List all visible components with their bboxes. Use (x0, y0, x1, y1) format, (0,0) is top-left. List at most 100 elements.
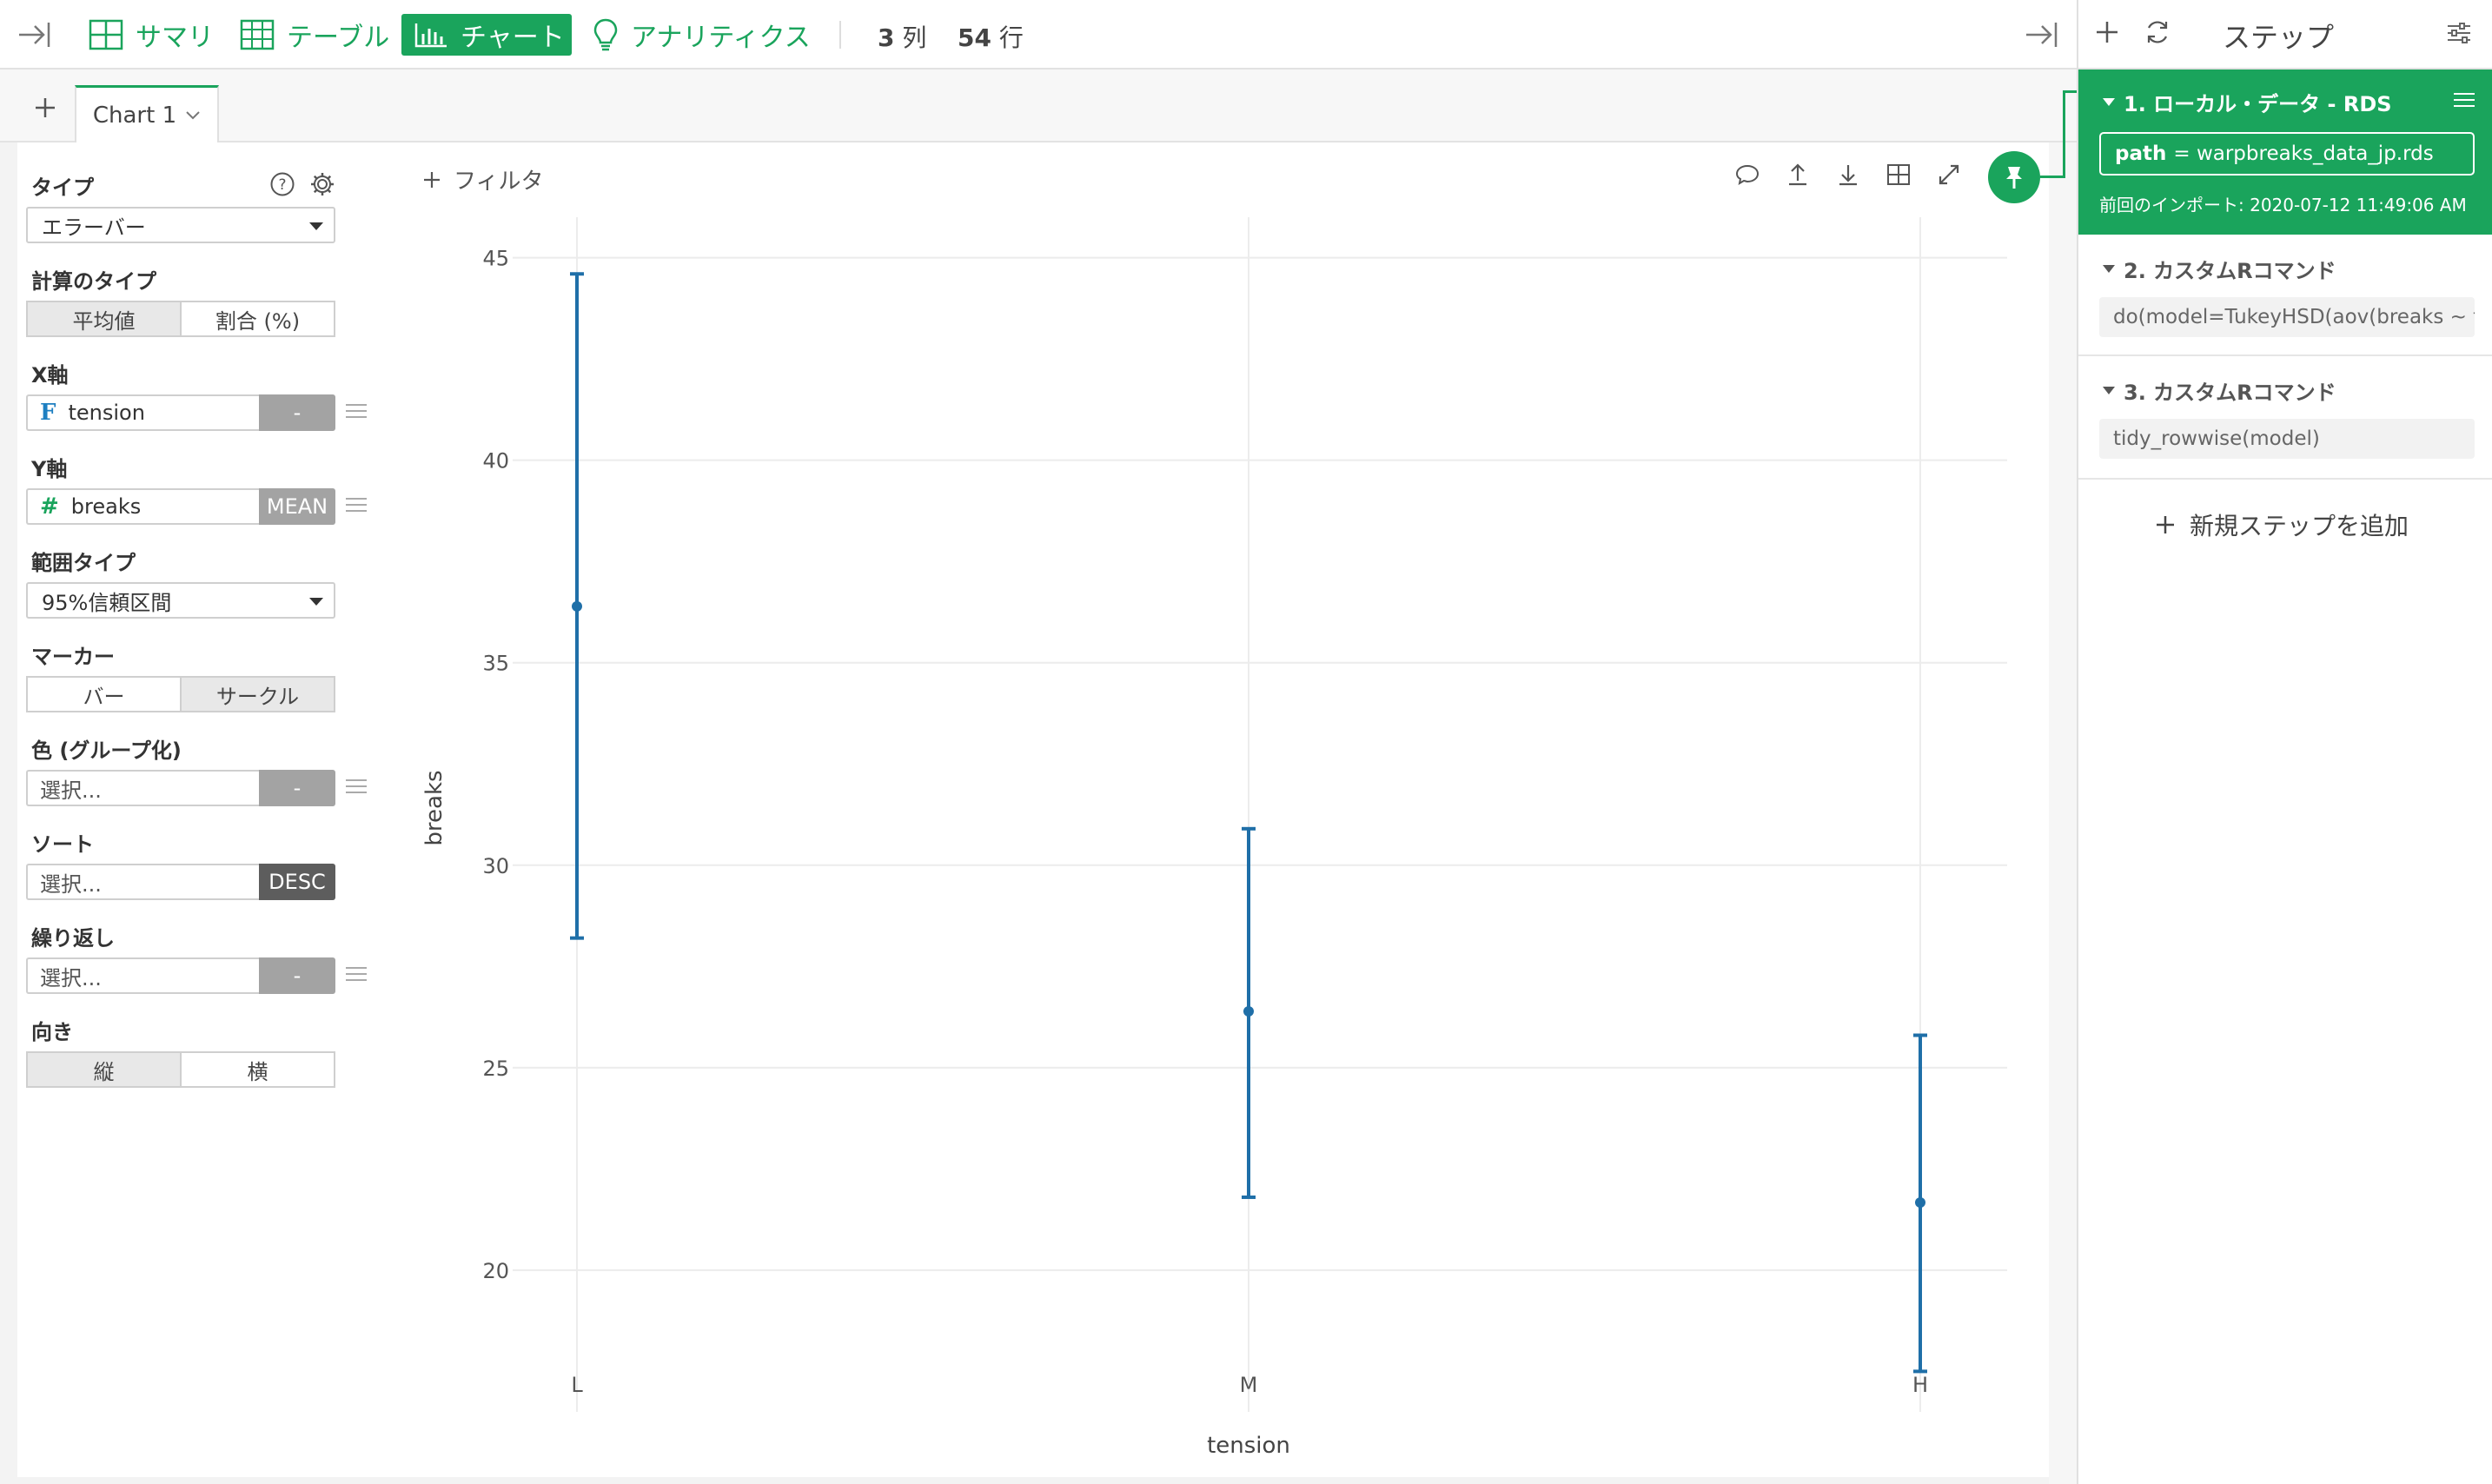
color-group-select[interactable]: 選択... (26, 770, 259, 806)
color-group-aggregation[interactable]: - (259, 770, 335, 806)
chart-type-select[interactable]: エラーバー (26, 207, 335, 243)
y-axis-field[interactable]: # breaks MEAN (26, 488, 335, 525)
add-filter-button[interactable]: フィルタ (422, 163, 543, 195)
download-icon[interactable] (1835, 162, 1861, 188)
range-type-label: 範囲タイプ (31, 551, 136, 575)
x-axis-label: X軸 (31, 363, 69, 388)
chart-type-value: エラーバー (42, 215, 146, 240)
repeat-menu-icon[interactable] (346, 963, 367, 985)
tab-summary-label: サマリ (136, 23, 214, 53)
color-group-menu-icon[interactable] (346, 775, 367, 798)
tab-table[interactable]: テーブル (228, 14, 401, 56)
mean-point-H (1915, 1197, 1925, 1209)
step-1-path-param[interactable]: path = warpbreaks_data_jp.rds (2099, 132, 2475, 176)
row-count-unit: 行 (998, 23, 1024, 52)
step-2-title: 2. カスタムRコマンド (2124, 259, 2336, 283)
bottom-gutter (17, 1477, 2049, 1484)
type-label: タイプ (31, 176, 94, 200)
tab-analytics[interactable]: アナリティクス (580, 14, 823, 56)
chevron-down-icon (185, 110, 201, 121)
top-toolbar: サマリ テーブル チャート アナリティクス 3 列 54 行 (0, 0, 2077, 70)
collapse-triangle-icon[interactable] (2103, 387, 2115, 394)
y-axis-aggregation[interactable]: MEAN (259, 488, 335, 525)
tab-chart-1[interactable]: Chart 1 (75, 85, 219, 142)
y-tick-label: 45 (482, 247, 509, 271)
add-step-icon[interactable] (2094, 19, 2120, 45)
tab-chart-1-label: Chart 1 (92, 102, 177, 129)
x-axis-field-main[interactable]: F tension (26, 394, 259, 431)
repeat-field[interactable]: 選択... - (26, 957, 335, 994)
divider (839, 21, 841, 49)
step-3-command[interactable]: tidy_rowwise(model) (2099, 419, 2475, 459)
step-3[interactable]: 3. カスタムRコマンド tidy_rowwise(model) (2078, 356, 2492, 480)
collapse-left-icon[interactable] (17, 19, 52, 50)
step-2-command[interactable]: do(model=TukeyHSD(aov(breaks ~ tension, … (2099, 297, 2475, 337)
tab-summary[interactable]: サマリ (76, 14, 226, 56)
marker-toggle: バー サークル (26, 676, 335, 712)
step-1-param-value: = warpbreaks_data_jp.rds (2173, 142, 2434, 165)
lightbulb-icon (593, 17, 619, 52)
add-new-step-label: 新規ステップを追加 (2190, 512, 2409, 540)
y-tick-label: 30 (482, 854, 509, 878)
y-axis-label: Y軸 (31, 457, 68, 481)
orientation-vertical[interactable]: 縦 (26, 1051, 182, 1088)
x-axis-aggregation[interactable]: - (259, 394, 335, 431)
help-icon[interactable]: ? (269, 171, 295, 197)
marker-option-bar[interactable]: バー (26, 676, 182, 712)
collapse-triangle-icon[interactable] (2103, 265, 2115, 273)
step-3-title: 3. カスタムRコマンド (2124, 381, 2336, 405)
mean-point-M (1243, 1006, 1254, 1017)
x-tick-label: M (1240, 1373, 1258, 1397)
row-count-value: 54 (958, 23, 991, 52)
color-group-field[interactable]: 選択... - (26, 770, 335, 806)
collapse-triangle-icon[interactable] (2103, 98, 2115, 106)
step-1[interactable]: 1. ローカル・データ - RDS path = warpbreaks_data… (2078, 70, 2492, 235)
tab-table-label: テーブル (287, 23, 390, 53)
chart-grid (513, 217, 2007, 1412)
repeat-aggregation[interactable]: - (259, 957, 335, 994)
step-2[interactable]: 2. カスタムRコマンド do(model=TukeyHSD(aov(break… (2078, 235, 2492, 356)
sort-field[interactable]: 選択... DESC (26, 864, 335, 900)
collapse-right-icon[interactable] (2025, 19, 2059, 50)
table-view-icon[interactable] (1886, 162, 1912, 188)
refresh-icon[interactable] (2143, 17, 2172, 47)
orientation-horizontal[interactable]: 横 (182, 1051, 335, 1088)
range-type-select[interactable]: 95%信頼区間 (26, 582, 335, 619)
svg-text:?: ? (278, 176, 286, 194)
x-axis-menu-icon[interactable] (346, 400, 367, 422)
plus-icon[interactable] (33, 96, 57, 120)
settings-sliders-icon[interactable] (2445, 19, 2473, 47)
chart-tab-bar: Chart 1 (0, 70, 2077, 142)
y-tick-label: 35 (482, 652, 509, 676)
pin-button[interactable] (1988, 151, 2040, 203)
y-axis-menu-icon[interactable] (346, 494, 367, 516)
repeat-label: 繰り返し (31, 926, 115, 951)
add-new-step-button[interactable]: 新規ステップを追加 (2155, 507, 2409, 542)
y-axis-field-main[interactable]: # breaks (26, 488, 259, 525)
upload-icon[interactable] (1785, 162, 1811, 188)
repeat-select[interactable]: 選択... (26, 957, 259, 994)
orientation-toggle: 縦 横 (26, 1051, 335, 1088)
sort-select[interactable]: 選択... (26, 864, 259, 900)
sort-order-button[interactable]: DESC (259, 864, 335, 900)
tab-chart[interactable]: チャート (401, 14, 572, 56)
gear-icon[interactable] (309, 171, 335, 197)
x-tick-label: H (1912, 1373, 1928, 1397)
calc-option-percent[interactable]: 割合 (%) (182, 301, 335, 337)
comment-icon[interactable] (1734, 162, 1760, 188)
step-menu-icon[interactable] (2454, 89, 2475, 111)
step-1-last-import: 前回のインポート: 2020-07-12 11:49:06 AM (2099, 195, 2467, 215)
y-axis-title: breaks (421, 770, 447, 845)
sort-label: ソート (31, 832, 94, 857)
y-tick-label: 20 (482, 1259, 509, 1283)
column-count-unit: 列 (902, 23, 927, 52)
orientation-label: 向き (31, 1020, 73, 1044)
column-count: 3 列 (878, 19, 926, 54)
y-axis-field-name: breaks (70, 494, 142, 519)
x-axis-field[interactable]: F tension - (26, 394, 335, 431)
calc-option-mean[interactable]: 平均値 (26, 301, 182, 337)
marker-option-circle[interactable]: サークル (182, 676, 335, 712)
step-2-header: 2. カスタムRコマンド (2103, 254, 2336, 284)
calc-type-toggle: 平均値 割合 (%) (26, 301, 335, 337)
expand-icon[interactable] (1936, 162, 1962, 188)
